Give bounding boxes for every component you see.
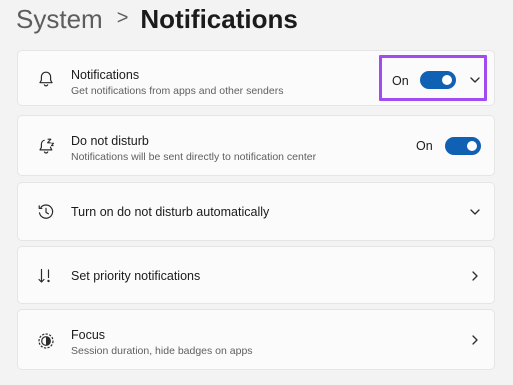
chevron-right-icon[interactable]	[469, 270, 481, 282]
breadcrumb-parent-system[interactable]: System	[16, 4, 103, 35]
setting-title: Turn on do not disturb automatically	[71, 205, 270, 219]
setting-card-focus[interactable]: Focus Session duration, hide badges on a…	[17, 309, 495, 370]
sort-priority-icon	[36, 266, 56, 286]
setting-card-do-not-disturb[interactable]: Do not disturb Notifications will be sen…	[17, 115, 495, 176]
setting-description: Session duration, hide badges on apps	[71, 345, 253, 357]
highlight-box	[379, 55, 487, 101]
bell-snooze-icon	[36, 136, 56, 156]
breadcrumb: System > Notifications	[16, 2, 298, 36]
chevron-right-icon[interactable]	[469, 334, 481, 346]
focus-icon	[36, 331, 56, 351]
setting-title: Focus	[71, 328, 106, 342]
do-not-disturb-toggle[interactable]	[445, 137, 481, 155]
setting-title: Do not disturb	[71, 134, 149, 148]
bell-icon	[36, 69, 56, 89]
chevron-down-icon[interactable]	[469, 206, 481, 218]
clock-icon	[36, 202, 56, 222]
setting-title: Notifications	[71, 68, 140, 82]
setting-title: Set priority notifications	[71, 269, 201, 283]
breadcrumb-separator: >	[116, 6, 129, 29]
setting-card-priority[interactable]: Set priority notifications	[17, 246, 495, 304]
setting-description: Get notifications from apps and other se…	[71, 85, 284, 97]
page-title: Notifications	[140, 3, 298, 34]
setting-description: Notifications will be sent directly to n…	[71, 151, 317, 163]
toggle-knob	[467, 141, 477, 151]
toggle-state-label: On	[416, 139, 433, 153]
setting-card-dnd-automatic[interactable]: Turn on do not disturb automatically	[17, 182, 495, 241]
